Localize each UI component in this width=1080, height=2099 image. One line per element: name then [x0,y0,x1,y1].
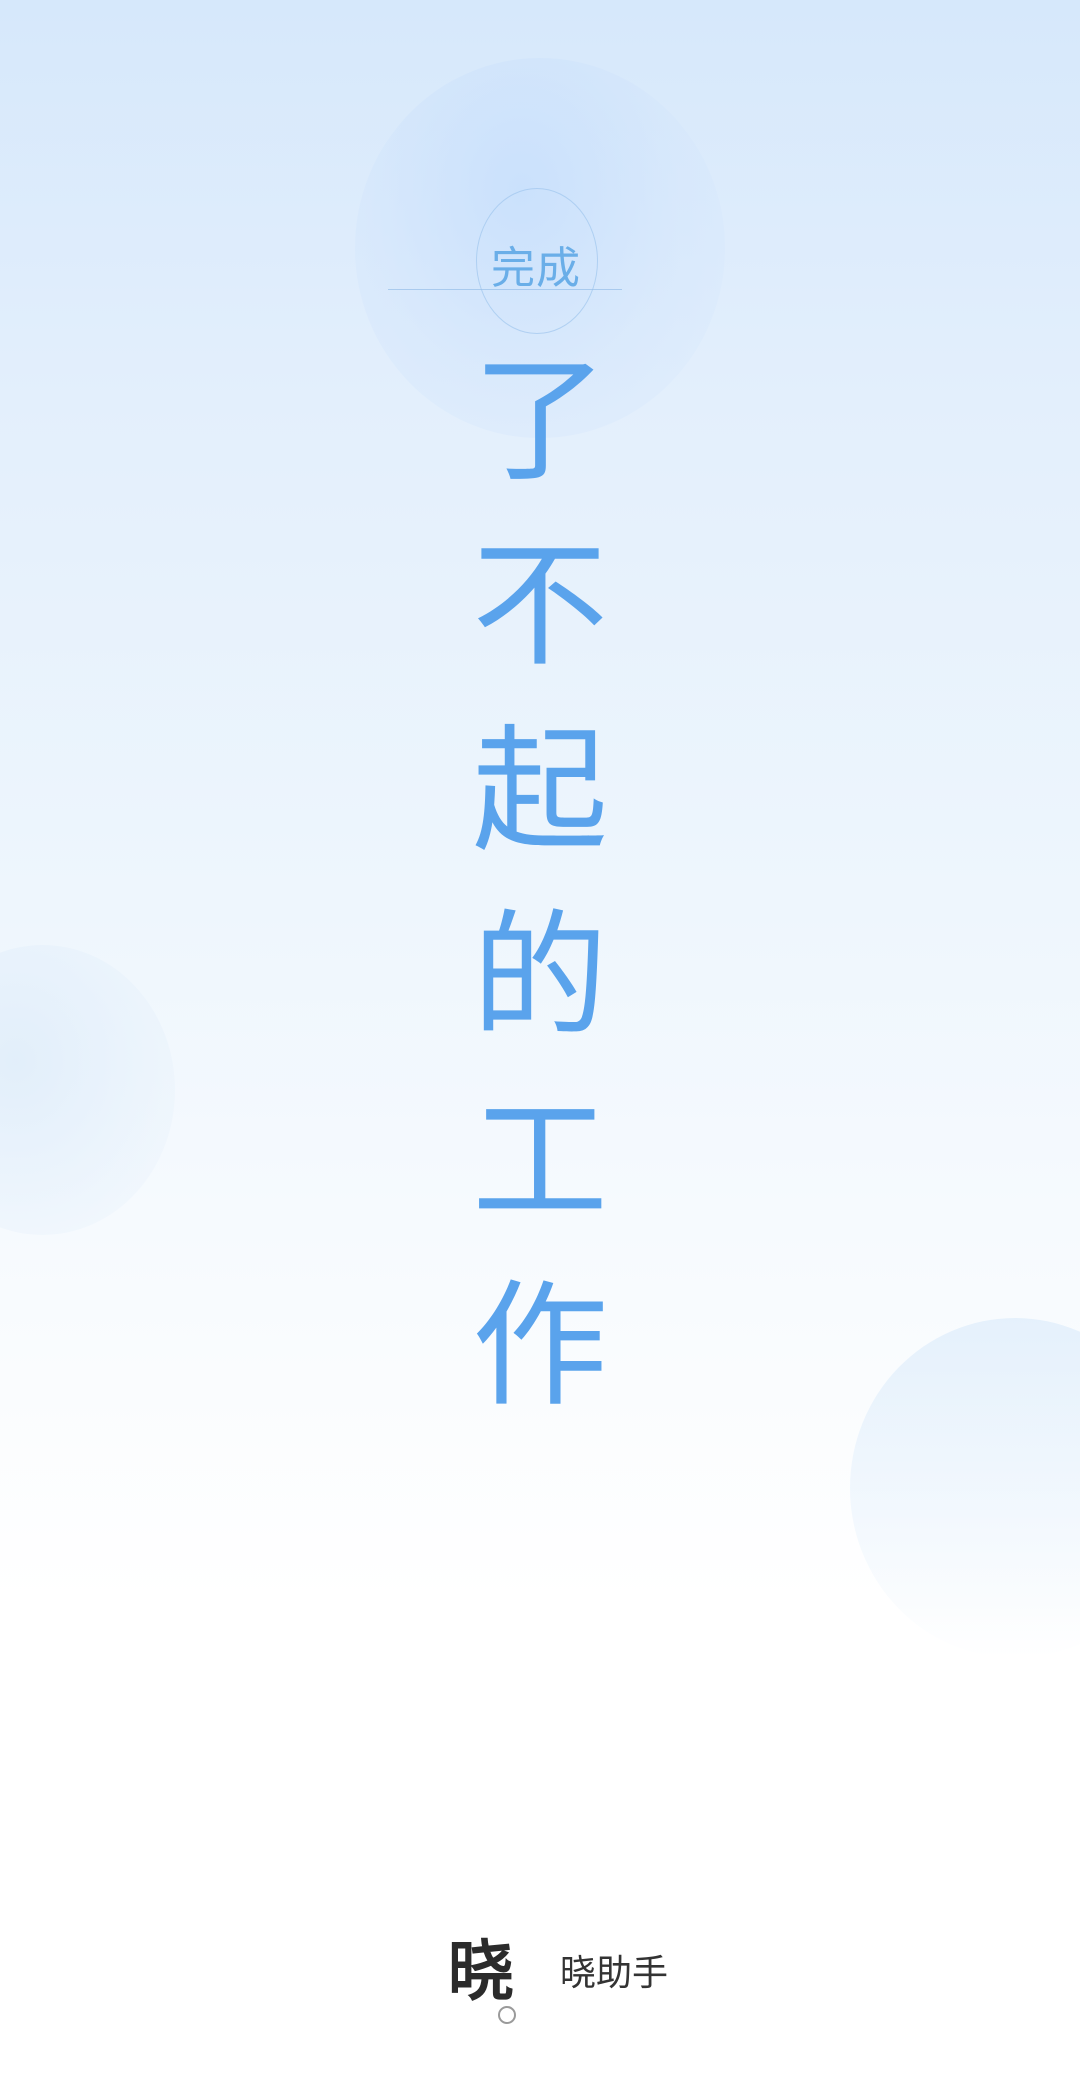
badge-label: 完成 [491,243,581,294]
headline-char: 起 [472,713,608,871]
brand-logo: 晓 [448,1933,514,2010]
headline-char: 了 [472,343,608,501]
decorative-bubble-right [850,1318,1080,1658]
headline-char: 的 [472,898,608,1056]
decorative-bubble-left [0,945,175,1235]
vertical-headline: 了 不 起 的 工 作 [470,330,610,1440]
headline-char: 不 [472,528,608,686]
brand-logo-dot-icon [498,2006,516,2024]
brand-name: 晓助手 [560,1953,669,1994]
headline-char: 作 [472,1268,608,1426]
headline-char: 工 [472,1083,608,1241]
splash-screen: 完成 了 不 起 的 工 作 晓 晓助手 [0,0,1080,2099]
